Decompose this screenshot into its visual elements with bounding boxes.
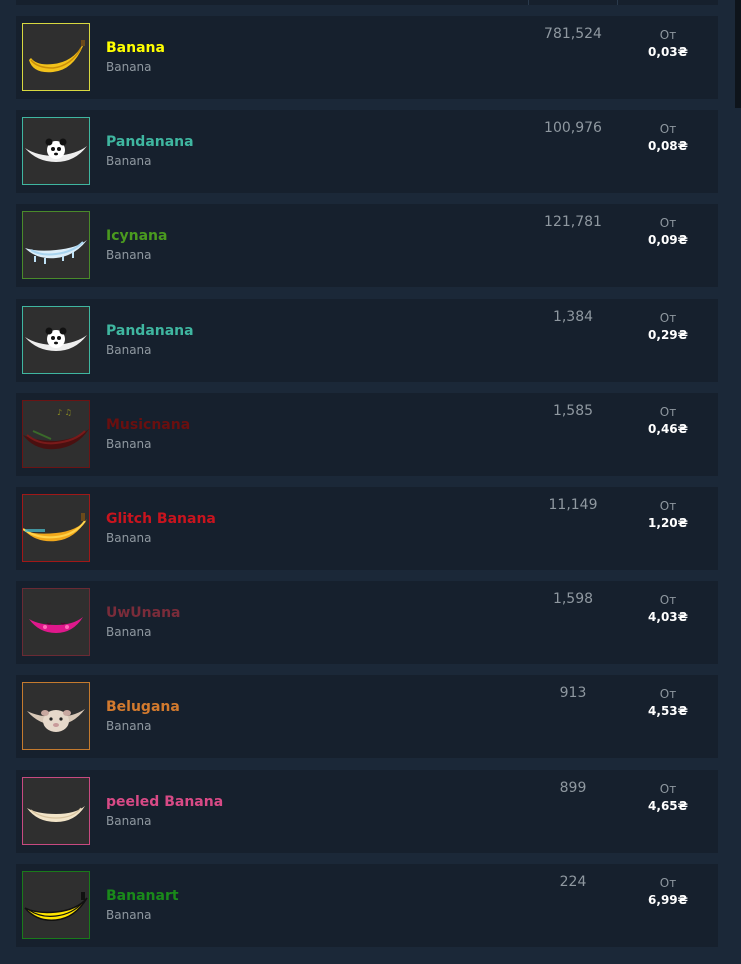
panda-banana-icon [25,327,87,351]
item-game: Banana [106,248,152,263]
item-thumbnail [22,588,90,657]
price-from-label: От [659,687,677,702]
item-price: 0,46₴ [648,421,688,436]
price-from-label: От [659,498,677,513]
item-quantity: 899 [559,779,587,796]
item-name[interactable]: Icynana [106,228,167,244]
price-from-label: От [659,310,677,325]
item-thumbnail: ♪ ♫ [22,399,90,468]
table-header-strip [16,0,718,5]
listing-row[interactable]: Pandanana Banana 1,384 От 0,29₴ [16,298,718,382]
item-price: 1,20₴ [648,515,688,530]
item-name[interactable]: Pandanana [106,134,194,150]
item-thumbnail [22,117,90,186]
peeled-banana-icon [27,805,85,822]
panda-banana-icon [25,138,87,163]
listing-row[interactable]: Banana Banana 781,524 От 0,03₴ [16,16,718,99]
banana-icon [29,40,85,73]
item-game: Banana [106,907,152,922]
market-page: Banana Banana 781,524 От 0,03₴ Pandanana [0,0,741,964]
listing-list: Banana Banana 781,524 От 0,03₴ Pandanana [16,16,718,958]
item-price: 4,65₴ [648,798,688,813]
item-quantity: 913 [559,685,587,702]
column-divider [528,0,529,5]
item-price: 0,03₴ [648,45,688,59]
item-price: 0,08₴ [648,139,688,154]
item-name[interactable]: Musicnana [106,417,190,433]
item-game: Banana [106,719,152,734]
item-game: Banana [106,436,152,451]
item-thumbnail [22,776,90,845]
item-thumbnail [22,870,90,939]
item-thumbnail [22,23,90,91]
bananart-icon [24,891,88,921]
listing-row[interactable]: Glitch Banana Banana 11,149 От 1,20₴ [16,486,718,570]
price-from-label: От [659,216,677,231]
item-game: Banana [106,342,152,357]
item-name[interactable]: UwUnana [106,605,181,621]
price-from-label: От [659,875,677,890]
uwu-banana-icon [29,617,83,634]
item-quantity: 100,976 [544,120,602,137]
item-thumbnail [22,493,90,562]
item-game: Banana [106,530,152,545]
item-name[interactable]: peeled Banana [106,794,223,810]
item-game: Banana [106,625,152,640]
item-name[interactable]: Banana [106,40,165,56]
listing-row[interactable]: Pandanana Banana 100,976 От 0,08₴ [16,110,718,194]
item-thumbnail [22,305,90,374]
item-quantity: 1,598 [552,591,594,608]
listing-row[interactable]: ♪ ♫ Musicnana Banana 1,585 От 0,46₴ [16,392,718,476]
item-name[interactable]: Bananart [106,888,179,904]
item-quantity: 224 [559,873,587,890]
listing-row[interactable]: Bananart Banana 224 От 6,99₴ [16,863,718,947]
listing-row[interactable]: Belugana Banana 913 От 4,53₴ [16,675,718,759]
item-price: 0,29₴ [648,327,688,342]
price-from-label: От [659,781,677,796]
item-price: 6,99₴ [648,892,688,907]
price-from-label: От [659,28,677,42]
item-price: 4,53₴ [648,704,688,719]
item-game: Banana [106,813,152,828]
listing-row[interactable]: Icynana Banana 121,781 От 0,09₴ [16,204,718,288]
item-game: Banana [106,154,152,169]
listing-row[interactable]: UwUnana Banana 1,598 От 4,03₴ [16,581,718,665]
item-thumbnail [22,682,90,751]
item-quantity: 1,585 [552,402,594,419]
svg-text:♪ ♫: ♪ ♫ [57,408,72,417]
item-quantity: 11,149 [548,496,598,513]
item-price: 4,03₴ [648,610,688,625]
scrollbar[interactable] [735,0,741,108]
price-from-label: От [659,122,677,137]
beluga-banana-icon [27,709,85,733]
item-quantity: 781,524 [544,26,602,42]
glitch-banana-icon [23,512,87,542]
item-quantity: 1,384 [552,308,594,325]
column-divider [617,0,618,5]
listing-row[interactable]: peeled Banana Banana 899 От 4,65₴ [16,769,718,853]
item-thumbnail [22,211,90,280]
item-quantity: 121,781 [544,214,602,231]
item-name[interactable]: Belugana [106,699,180,715]
item-price: 0,09₴ [648,233,688,248]
item-name[interactable]: Pandanana [106,323,194,339]
icy-banana-icon [25,240,87,265]
price-from-label: От [659,404,677,419]
item-game: Banana [106,60,152,74]
price-from-label: От [659,593,677,608]
music-banana-icon: ♪ ♫ [23,408,89,449]
item-name[interactable]: Glitch Banana [106,511,216,527]
